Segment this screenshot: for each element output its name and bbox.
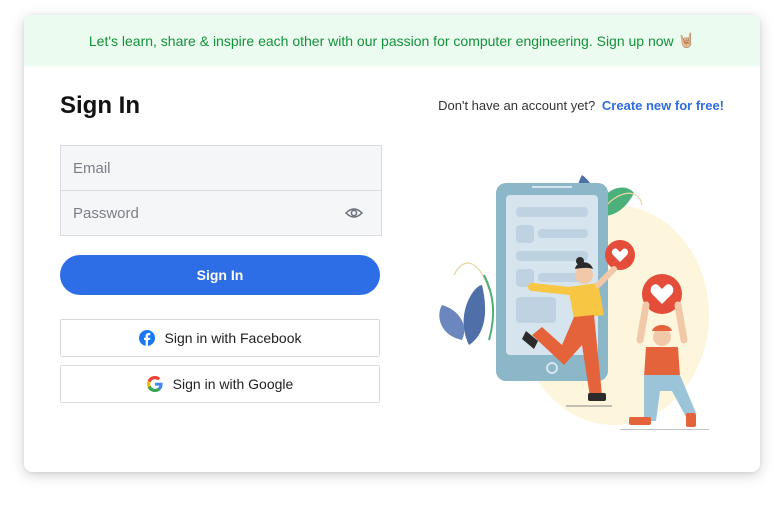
no-account-text: Don't have an account yet? [438, 98, 596, 113]
password-field-wrap [61, 190, 381, 235]
google-icon [146, 376, 163, 392]
facebook-icon [138, 330, 155, 346]
signup-prompt: Don't have an account yet? Create new fo… [438, 98, 724, 113]
login-fields [60, 145, 382, 236]
sign-in-button[interactable]: Sign In [60, 255, 380, 295]
email-field[interactable] [61, 146, 381, 190]
leaf-decoration [463, 285, 486, 345]
create-account-link[interactable]: Create new for free! [602, 98, 724, 113]
banner-text: Let's learn, share & inspire each other … [88, 32, 674, 49]
password-field[interactable] [61, 191, 381, 235]
page-title: Sign In [60, 92, 140, 119]
promo-banner: Let's learn, share & inspire each other … [24, 15, 760, 66]
social-love-illustration [439, 175, 709, 430]
facebook-signin-label: Sign in with Facebook [164, 330, 302, 346]
leaf-decoration [439, 305, 465, 340]
google-signin-button[interactable]: Sign in with Google [60, 365, 380, 403]
google-signin-label: Sign in with Google [172, 376, 294, 392]
eye-icon[interactable] [345, 206, 363, 220]
email-field-wrap [61, 146, 381, 190]
facebook-signin-button[interactable]: Sign in with Facebook [60, 319, 380, 357]
signin-card: Let's learn, share & inspire each other … [24, 15, 760, 472]
rock-hand-icon: 🤘🏼 [677, 32, 696, 48]
